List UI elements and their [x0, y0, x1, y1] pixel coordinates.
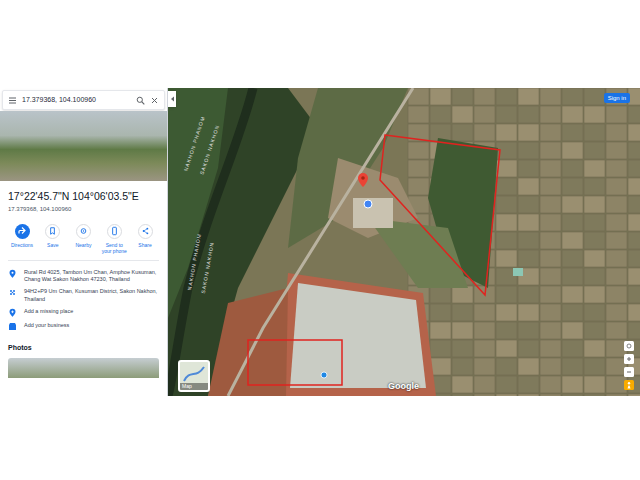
zoom-out-icon[interactable]	[624, 367, 634, 377]
nearby-icon[interactable]	[77, 224, 90, 238]
action-button[interactable]: Share	[131, 224, 159, 254]
action-label: Share	[138, 242, 151, 248]
action-circle[interactable]	[76, 224, 91, 239]
action-button[interactable]: Nearby	[70, 224, 98, 254]
photos-heading: Photos	[8, 343, 159, 354]
bottom-margin	[0, 396, 640, 480]
satellite-imagery[interactable]	[168, 88, 640, 396]
detail-row: 94H2+P9 Um Chan, Kusuman District, Sakon…	[8, 288, 159, 303]
location-pin-icon	[8, 269, 17, 278]
add-place-icon	[8, 308, 17, 317]
menu-icon[interactable]	[8, 96, 17, 105]
pegman-icon[interactable]	[624, 380, 634, 390]
detail-text: Rural Rd 4025, Tambon Um Chan, Amphoe Ku…	[24, 269, 159, 284]
my-location-icon[interactable]	[624, 341, 634, 351]
street-view-photo[interactable]	[0, 111, 167, 181]
map-layer-label: Map	[180, 383, 208, 391]
action-button[interactable]: Directions	[8, 224, 36, 254]
bookmark-icon[interactable]	[46, 224, 59, 238]
action-circle[interactable]	[15, 224, 30, 239]
action-label: Directions	[11, 242, 33, 248]
map-layer-toggle[interactable]: Map	[178, 360, 210, 392]
place-title: 17°22'45.7"N 104°06'03.5"E	[8, 190, 159, 203]
detail-row[interactable]: Add your business	[8, 322, 159, 331]
action-label: Save	[47, 242, 58, 248]
search-input[interactable]: 17.379368, 104.100960	[22, 95, 131, 106]
action-buttons: Directions Save Nearby Send to your phone Sh…	[8, 224, 159, 261]
reservoir-outline	[248, 340, 342, 385]
action-label: Send to your phone	[100, 242, 128, 254]
map-controls	[624, 341, 634, 390]
directions-icon[interactable]	[15, 224, 29, 238]
search-bar[interactable]: 17.379368, 104.100960	[2, 90, 165, 110]
action-circle[interactable]	[138, 224, 153, 239]
satellite-map[interactable]: NAKHON PHANOMSAKON NAKHONNAKHON PHANOMSA…	[168, 88, 640, 396]
action-button[interactable]: Send to your phone	[100, 224, 128, 254]
close-icon[interactable]	[150, 96, 159, 105]
detail-row: Rural Rd 4025, Tambon Um Chan, Amphoe Ku…	[8, 269, 159, 284]
sign-in-button[interactable]: Sign in	[604, 93, 630, 103]
google-logo: Google	[388, 380, 419, 394]
search-icon[interactable]	[136, 96, 145, 105]
map-thumbnail-icon[interactable]	[180, 365, 208, 383]
detail-text: Add your business	[24, 322, 69, 329]
page: 17.379368, 104.10096017°22'45.7"N 104°06…	[0, 0, 640, 480]
side-panel: 17.379368, 104.10096017°22'45.7"N 104°06…	[0, 88, 168, 396]
detail-row[interactable]: Add a missing place	[8, 308, 159, 317]
collapse-arrow-icon[interactable]	[170, 96, 175, 102]
action-button[interactable]: Save	[39, 224, 67, 254]
action-label: Nearby	[75, 242, 91, 248]
map-annotations	[168, 88, 640, 396]
place-details: 17°22'45.7"N 104°06'03.5"E 17.379368, 104…	[0, 181, 167, 378]
share-icon[interactable]	[139, 224, 152, 238]
maps-screenshot: 17.379368, 104.10096017°22'45.7"N 104°06…	[0, 88, 640, 396]
detail-text: Add a missing place	[24, 308, 73, 315]
action-circle[interactable]	[45, 224, 60, 239]
action-circle[interactable]	[107, 224, 122, 239]
parcel-outline	[380, 135, 500, 295]
place-coordinates: 17.379368, 104.100960	[8, 205, 159, 214]
collapse-panel-button[interactable]	[168, 91, 176, 107]
phone-icon[interactable]	[108, 224, 121, 238]
plus-code-icon	[8, 288, 17, 297]
top-margin	[0, 0, 640, 88]
photo-thumbnail[interactable]	[8, 358, 159, 378]
storefront-icon	[8, 322, 17, 331]
zoom-in-icon[interactable]	[624, 354, 634, 364]
detail-text: 94H2+P9 Um Chan, Kusuman District, Sakon…	[24, 288, 159, 303]
details-list: Rural Rd 4025, Tambon Um Chan, Amphoe Ku…	[8, 269, 159, 332]
